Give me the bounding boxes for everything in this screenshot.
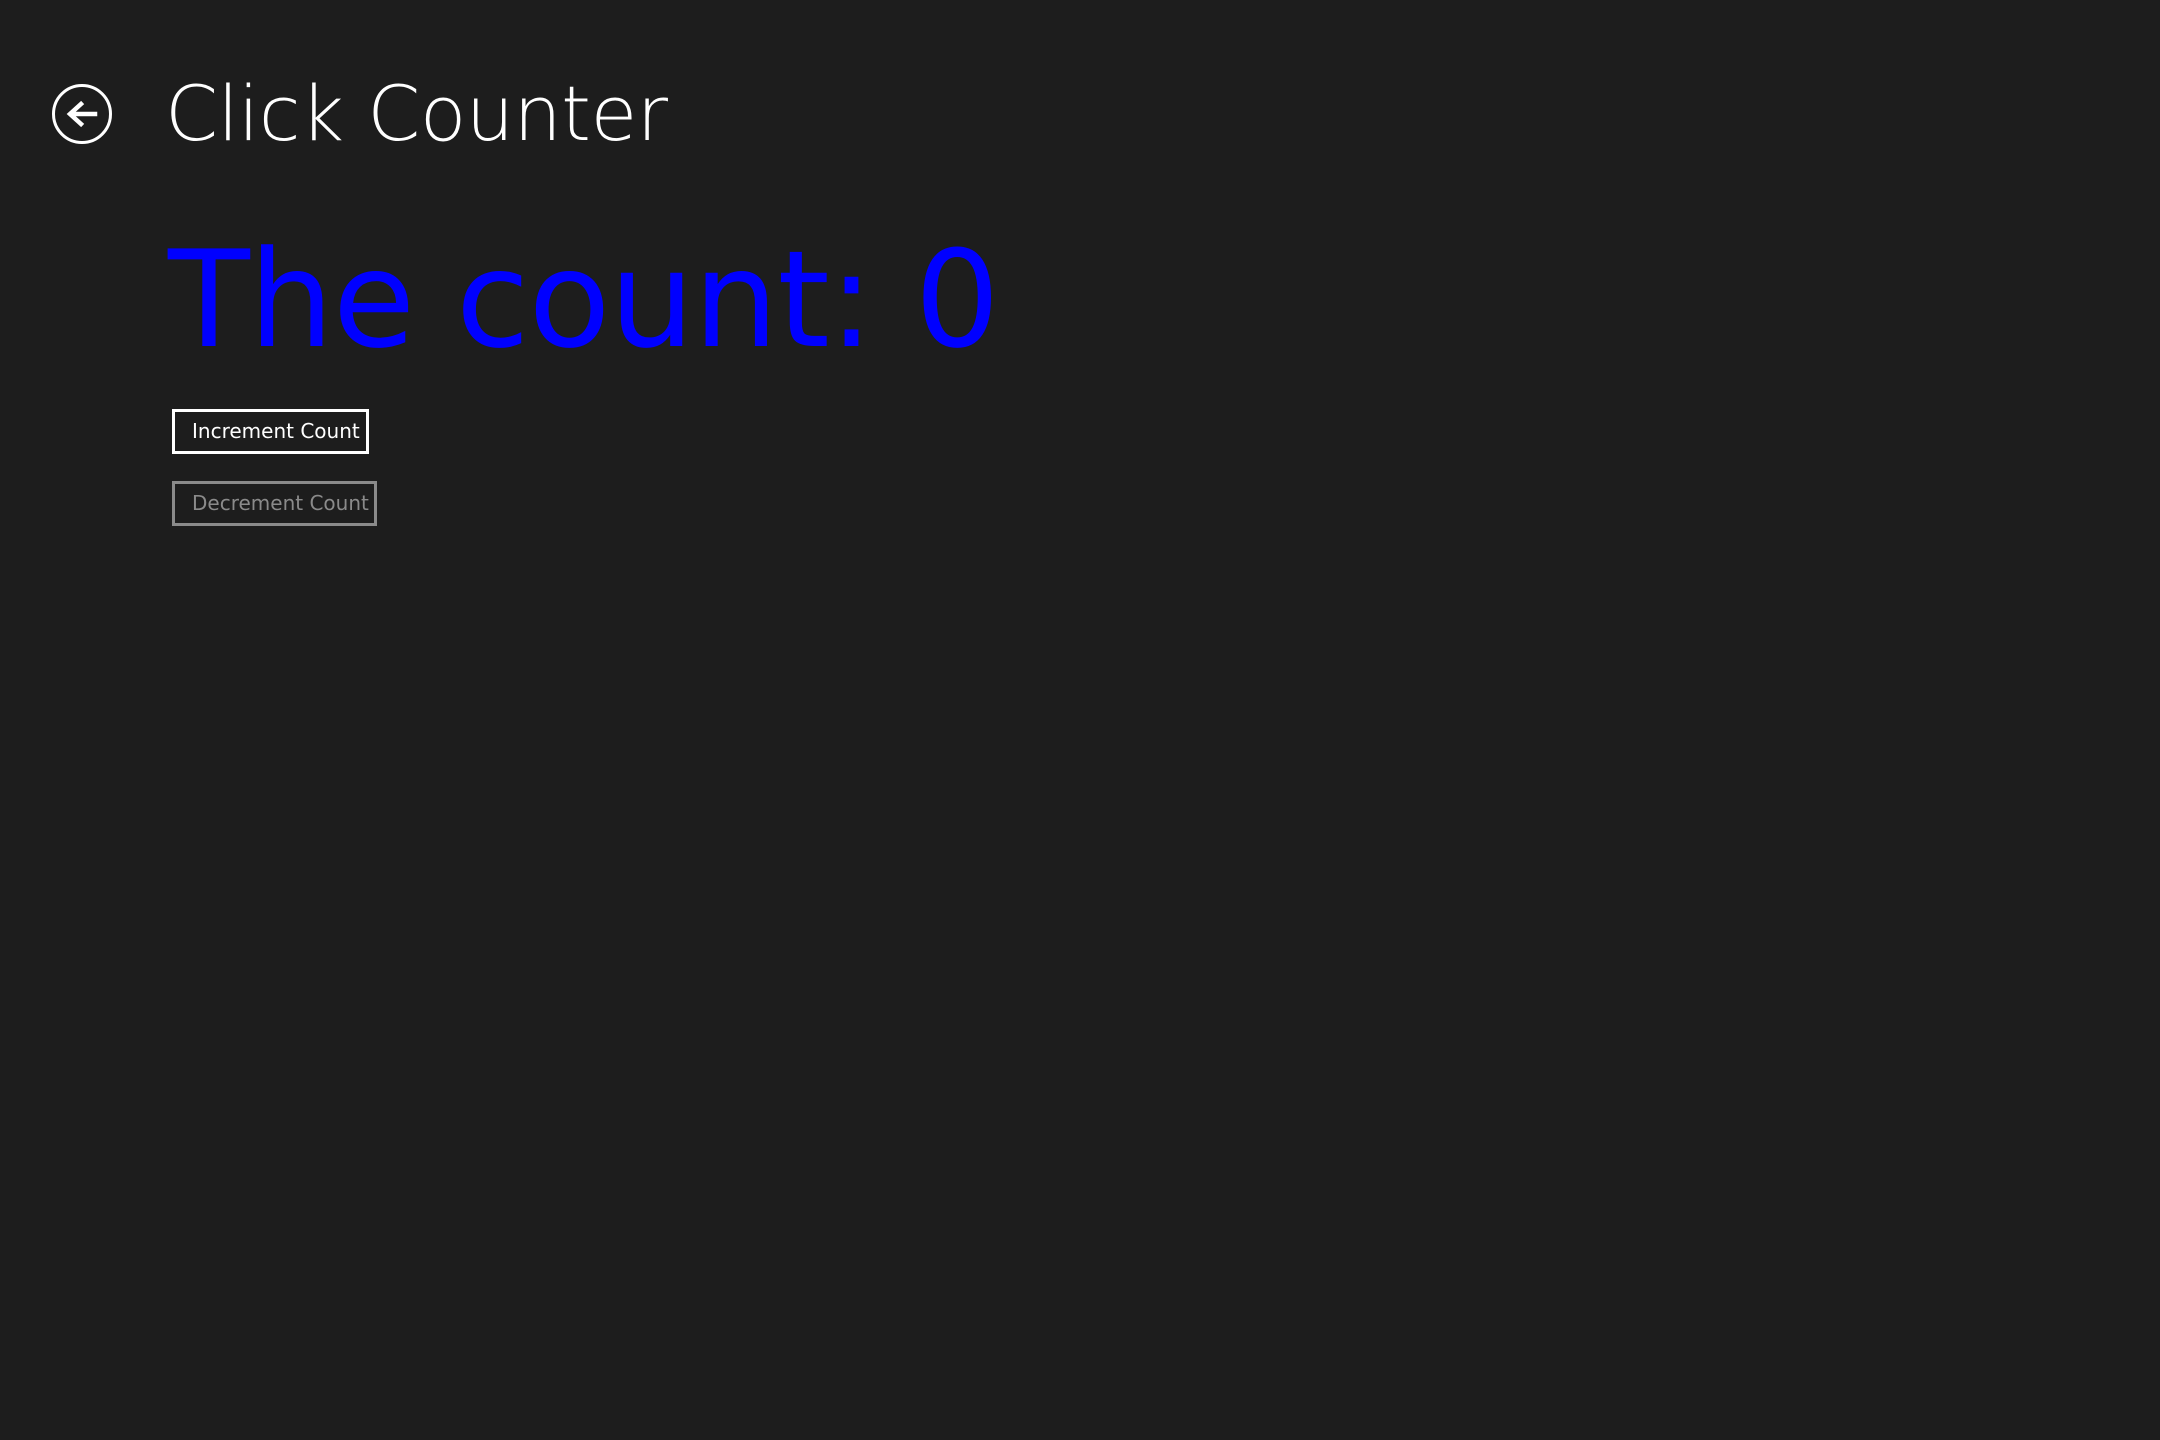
back-button[interactable] bbox=[52, 84, 112, 144]
page-title: Click Counter bbox=[165, 69, 668, 158]
count-display: The count: 0 bbox=[168, 222, 1000, 378]
increment-count-button[interactable]: Increment Count bbox=[172, 409, 369, 454]
decrement-count-button[interactable]: Decrement Count bbox=[172, 481, 377, 526]
back-arrow-icon bbox=[65, 99, 99, 129]
